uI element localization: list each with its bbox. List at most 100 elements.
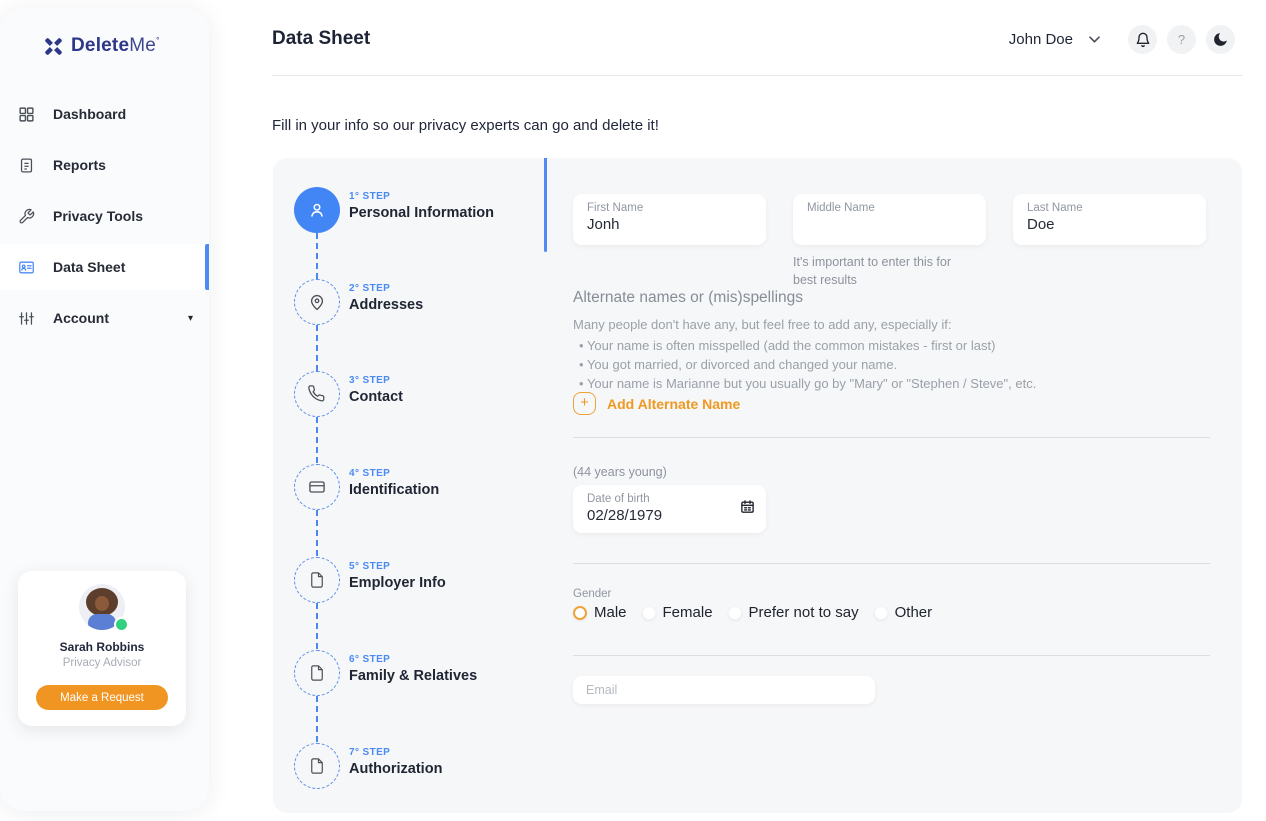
step-title: Identification	[349, 482, 439, 498]
brand-wordmark: DeleteMe°	[71, 35, 160, 57]
report-icon	[18, 157, 35, 174]
brand-logo: DeleteMe°	[43, 35, 160, 57]
sidebar-item-label: Account	[53, 310, 109, 326]
section-divider	[573, 563, 1210, 564]
gender-option-other[interactable]: Other	[874, 604, 933, 621]
bullet-item: Your name is often misspelled (add the c…	[579, 336, 1036, 355]
step-title: Employer Info	[349, 575, 446, 591]
first-name-field[interactable]: First Name	[573, 194, 766, 245]
page-subtitle: Fill in your info so our privacy experts…	[272, 117, 659, 134]
step-number: 5° STEP	[349, 561, 446, 572]
last-name-field[interactable]: Last Name	[1013, 194, 1206, 245]
sidebar-item-reports[interactable]: Reports	[0, 142, 209, 188]
chevron-down-icon: ▾	[188, 313, 193, 324]
page-title: Data Sheet	[272, 28, 370, 50]
step-connector	[316, 325, 318, 371]
step-connector	[316, 696, 318, 742]
sidebar-item-dashboard[interactable]: Dashboard	[0, 91, 209, 137]
email-field[interactable]	[573, 676, 875, 704]
date-of-birth-field[interactable]: Date of birth	[573, 485, 766, 533]
step-circle	[294, 557, 340, 603]
brand-pinwheel-icon	[43, 36, 64, 57]
step-number: 3° STEP	[349, 375, 403, 386]
gender-option-female[interactable]: Female	[642, 604, 713, 621]
section-divider	[573, 437, 1210, 438]
dark-mode-toggle[interactable]	[1206, 25, 1235, 54]
advisor-role: Privacy Advisor	[18, 657, 186, 669]
step-circle	[294, 371, 340, 417]
step-circle	[294, 187, 340, 233]
step-title: Family & Relatives	[349, 668, 477, 684]
sidebar-item-label: Data Sheet	[53, 259, 125, 275]
age-note: (44 years young)	[573, 465, 667, 479]
step-connector	[316, 233, 318, 279]
last-name-label: Last Name	[1027, 202, 1194, 214]
make-request-button[interactable]: Make a Request	[36, 685, 168, 710]
online-status-dot	[114, 617, 129, 632]
step-number: 4° STEP	[349, 468, 439, 479]
last-name-input[interactable]	[1027, 216, 1194, 233]
help-button[interactable]: ?	[1167, 25, 1196, 54]
alternate-names-intro: Many people don't have any, but feel fre…	[573, 317, 952, 332]
step-circle	[294, 279, 340, 325]
file-icon	[308, 757, 326, 775]
gender-label: Gender	[573, 588, 611, 600]
first-name-input[interactable]	[587, 216, 754, 233]
sidebar-item-label: Privacy Tools	[53, 208, 143, 224]
moon-icon	[1212, 31, 1229, 48]
gender-radio-group: Male Female Prefer not to say Other	[573, 604, 932, 621]
calendar-icon[interactable]	[740, 499, 755, 514]
notifications-button[interactable]	[1128, 25, 1157, 54]
step-number: 7° STEP	[349, 747, 442, 758]
first-name-label: First Name	[587, 202, 754, 214]
middle-name-field[interactable]: Middle Name	[793, 194, 986, 245]
radio-icon	[728, 606, 742, 620]
sidebar-item-privacy-tools[interactable]: Privacy Tools	[0, 193, 209, 239]
step-title: Contact	[349, 389, 403, 405]
sidebar-nav: Dashboard Reports Privacy Tools	[0, 91, 209, 346]
sidebar-item-data-sheet[interactable]: Data Sheet	[0, 244, 209, 290]
chevron-down-icon	[1089, 36, 1100, 43]
email-input[interactable]	[586, 683, 862, 697]
date-of-birth-label: Date of birth	[587, 493, 754, 505]
sidebar-item-label: Reports	[53, 157, 106, 173]
sidebar-item-account[interactable]: Account ▾	[0, 295, 209, 341]
data-sheet-panel: 1° STEP Personal Information 2° STEP Add…	[273, 158, 1242, 813]
middle-name-helper-text: It's important to enter this for best re…	[793, 254, 963, 289]
step-number: 6° STEP	[349, 654, 477, 665]
bell-icon	[1135, 32, 1151, 48]
step-title: Personal Information	[349, 205, 494, 221]
step-number: 2° STEP	[349, 283, 423, 294]
gender-option-prefer-not-to-say[interactable]: Prefer not to say	[728, 604, 859, 621]
id-card-icon	[18, 259, 35, 276]
question-mark-icon: ?	[1178, 32, 1185, 47]
advisor-name: Sarah Robbins	[18, 640, 186, 654]
alternate-names-bullets: Your name is often misspelled (add the c…	[579, 336, 1036, 393]
user-menu[interactable]: John Doe	[1009, 31, 1100, 48]
advisor-card: Sarah Robbins Privacy Advisor Make a Req…	[18, 571, 186, 726]
sidebar-item-label: Dashboard	[53, 106, 126, 122]
pin-icon	[307, 292, 327, 312]
section-divider	[573, 655, 1210, 656]
bullet-item: Your name is Marianne but you usually go…	[579, 374, 1036, 393]
radio-icon	[642, 606, 656, 620]
add-alternate-name-button[interactable]: + Add Alternate Name	[573, 392, 740, 415]
step-title: Authorization	[349, 761, 442, 777]
step-connector	[316, 417, 318, 463]
user-name: John Doe	[1009, 31, 1073, 48]
middle-name-label: Middle Name	[807, 202, 974, 214]
radio-icon	[874, 606, 888, 620]
file-icon	[308, 571, 326, 589]
middle-name-input[interactable]	[807, 216, 974, 233]
add-alternate-name-label: Add Alternate Name	[607, 396, 740, 412]
step-connector	[316, 510, 318, 556]
step-circle	[294, 464, 340, 510]
step-circle	[294, 650, 340, 696]
date-of-birth-input[interactable]	[587, 507, 754, 524]
active-section-indicator	[544, 158, 547, 252]
sidebar: DeleteMe° Dashboard Reports	[0, 8, 209, 811]
header-actions: John Doe ?	[1009, 25, 1235, 54]
sliders-icon	[18, 310, 35, 327]
gender-option-male[interactable]: Male	[573, 604, 627, 621]
step-circle	[294, 743, 340, 789]
